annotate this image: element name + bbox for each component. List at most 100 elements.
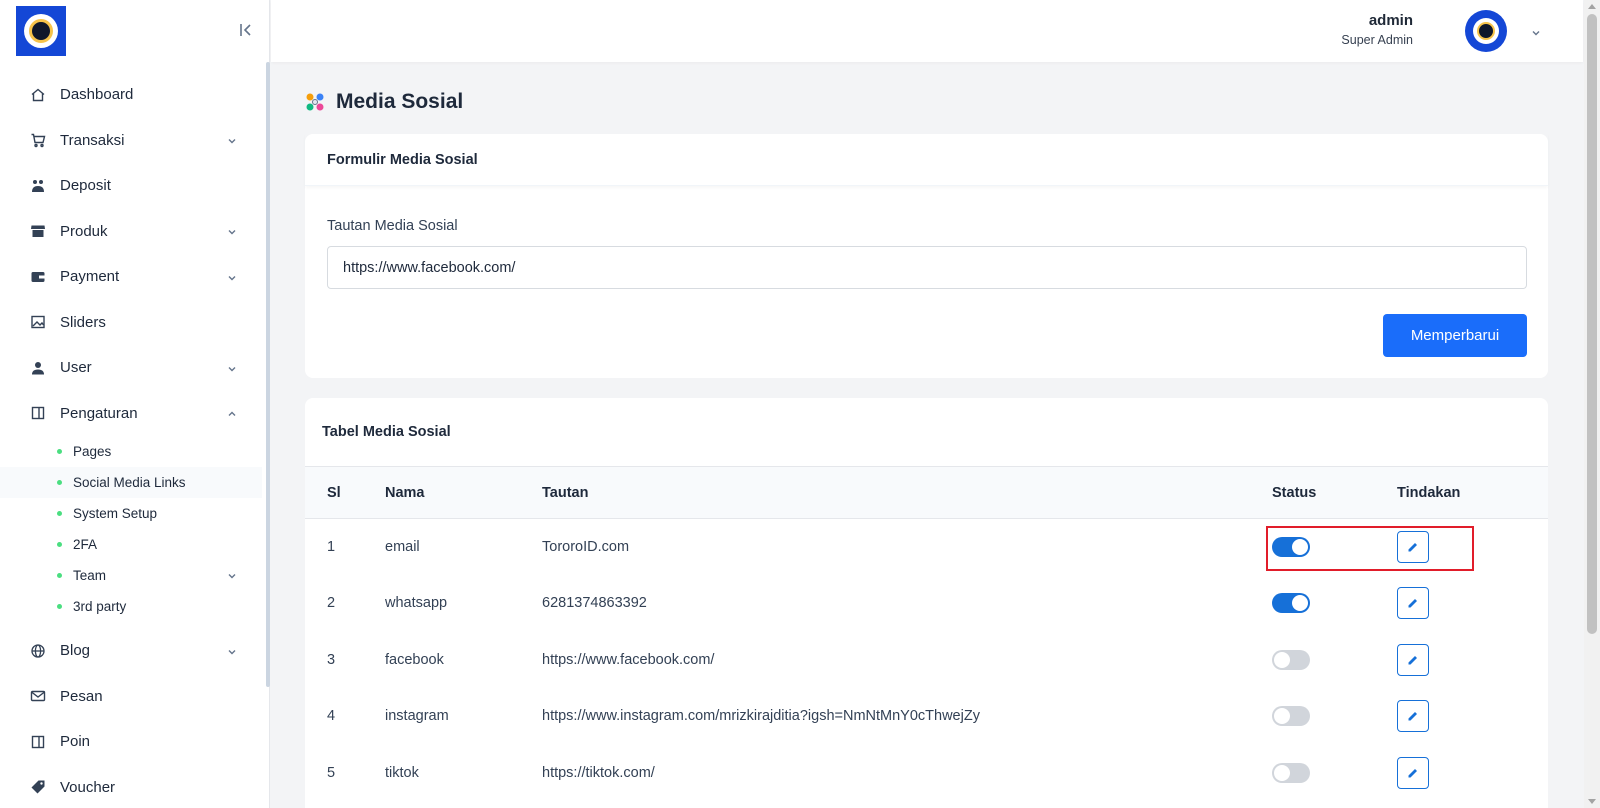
mail-icon <box>30 688 46 704</box>
sidebar-item-transaksi[interactable]: Transaksi <box>0 118 262 164</box>
sidebar-subitem-label: Social Media Links <box>73 475 186 490</box>
user-name[interactable]: admin <box>1369 12 1413 29</box>
sidebar-subitem-label: System Setup <box>73 506 158 521</box>
sidebar-subitem-team[interactable]: Team <box>0 560 262 591</box>
sidebar-item-voucher[interactable]: Voucher <box>0 765 262 808</box>
table-row: 5 tiktok https://tiktok.com/ <box>305 745 1548 802</box>
social-media-icon <box>304 91 326 113</box>
scroll-up-arrow-icon[interactable] <box>1588 4 1596 9</box>
sidebar-item-produk[interactable]: Produk <box>0 209 262 255</box>
form-card-title: Formulir Media Sosial <box>305 134 1548 186</box>
points-icon <box>30 734 46 750</box>
social-media-table: Sl Nama Tautan Status Tindakan 1 email T… <box>305 466 1548 801</box>
sidebar-subitem-3rd-party[interactable]: 3rd party <box>0 591 262 622</box>
edit-button[interactable] <box>1397 531 1429 563</box>
cell-tautan: https://tiktok.com/ <box>542 764 655 781</box>
sidebar-subitem-social-media-links[interactable]: Social Media Links <box>0 467 262 498</box>
edit-button[interactable] <box>1397 587 1429 620</box>
sidebar-item-poin[interactable]: Poin <box>0 719 262 765</box>
col-header-nama: Nama <box>385 484 425 501</box>
scroll-down-arrow-icon[interactable] <box>1588 799 1596 804</box>
chevron-up-icon <box>226 407 238 419</box>
scrollbar-thumb[interactable] <box>1587 14 1597 634</box>
cell-status <box>1272 632 1397 689</box>
user-role: Super Admin <box>1341 33 1413 47</box>
cell-tindakan <box>1397 688 1548 745</box>
cell-sl: 3 <box>327 651 336 668</box>
bullet-dot <box>57 573 62 578</box>
sidebar-subitem-pages[interactable]: Pages <box>0 436 262 467</box>
sidebar-item-sliders[interactable]: Sliders <box>0 300 262 346</box>
top-header: admin Super Admin <box>271 0 1583 62</box>
sidebar-item-pesan[interactable]: Pesan <box>0 674 262 720</box>
pengaturan-submenu: Pages Social Media Links System Setup 2F… <box>0 436 262 628</box>
cell-tindakan <box>1397 745 1548 802</box>
bullet-dot <box>57 542 62 547</box>
cell-sl: 2 <box>327 595 336 612</box>
sidebar-item-label: Sliders <box>60 313 106 331</box>
avatar-emblem <box>1473 18 1499 44</box>
edit-button[interactable] <box>1397 643 1429 676</box>
update-button[interactable]: Memperbarui <box>1383 314 1527 357</box>
sidebar-item-dashboard[interactable]: Dashboard <box>0 72 262 118</box>
chevron-down-icon <box>226 271 238 283</box>
avatar[interactable] <box>1465 10 1507 52</box>
cell-status <box>1272 688 1397 745</box>
wallet-icon <box>30 269 46 285</box>
sidebar-item-label: Payment <box>60 268 120 286</box>
sidebar-item-label: Pengaturan <box>60 404 138 422</box>
col-header-status: Status <box>1272 484 1317 501</box>
chevron-down-icon <box>226 570 238 582</box>
sidebar-item-deposit[interactable]: Deposit <box>0 163 262 209</box>
cell-tautan: 6281374863392 <box>542 595 647 612</box>
page-title-text: Media Sosial <box>336 90 464 113</box>
table-row: 3 facebook https://www.facebook.com/ <box>305 632 1548 689</box>
status-toggle[interactable] <box>1272 762 1310 783</box>
page-scrollbar[interactable] <box>1584 0 1600 808</box>
logo-emblem <box>24 14 58 48</box>
edit-button[interactable] <box>1397 756 1429 789</box>
sidebar-subitem-label: Pages <box>73 444 112 459</box>
sidebar-item-label: Poin <box>60 733 91 751</box>
sidebar-scrollbar[interactable] <box>266 62 270 687</box>
edit-button[interactable] <box>1397 700 1429 733</box>
app-logo[interactable] <box>16 6 66 56</box>
cell-status <box>1272 575 1397 632</box>
sidebar-nav: Dashboard Transaksi Deposit Produk Payme… <box>0 72 262 808</box>
cell-sl: 1 <box>327 539 336 555</box>
sidebar-subitem-system-setup[interactable]: System Setup <box>0 498 262 529</box>
sidebar-subitem-label: 3rd party <box>73 599 127 614</box>
sidebar-item-user[interactable]: User <box>0 345 262 391</box>
status-toggle[interactable] <box>1272 537 1310 557</box>
sidebar-item-label: Dashboard <box>60 86 134 104</box>
bullet-dot <box>57 449 62 454</box>
cell-tindakan <box>1397 575 1548 632</box>
sidebar-item-pengaturan[interactable]: Pengaturan <box>0 391 262 437</box>
chevron-down-icon <box>226 225 238 237</box>
table-header-row: Sl Nama Tautan Status Tindakan <box>305 466 1548 519</box>
cell-sl: 5 <box>327 764 336 781</box>
social-link-input[interactable] <box>327 246 1527 289</box>
sidebar-item-payment[interactable]: Payment <box>0 254 262 300</box>
cell-nama: facebook <box>385 651 444 668</box>
sidebar-item-label: Voucher <box>60 778 116 796</box>
pencil-icon <box>1408 543 1417 552</box>
cell-nama: tiktok <box>385 764 419 781</box>
status-toggle[interactable] <box>1272 593 1310 614</box>
sidebar-item-blog[interactable]: Blog <box>0 628 262 674</box>
cell-tautan: TororoID.com <box>542 539 630 555</box>
cell-tindakan <box>1397 632 1548 689</box>
sidebar-item-label: Transaksi <box>60 131 125 149</box>
tag-icon <box>30 779 46 795</box>
user-icon <box>30 360 46 376</box>
collapse-sidebar-icon[interactable] <box>236 20 256 40</box>
table-row: 1 email TororoID.com <box>305 519 1548 576</box>
user-menu-chevron-icon[interactable] <box>1530 26 1542 38</box>
status-toggle[interactable] <box>1272 706 1310 727</box>
sidebar-subitem-2fa[interactable]: 2FA <box>0 529 262 560</box>
social-link-label: Tautan Media Sosial <box>327 218 458 234</box>
sidebar-item-label: Pesan <box>60 687 103 705</box>
sidebar-item-label: Produk <box>60 222 108 240</box>
store-icon <box>30 223 46 239</box>
status-toggle[interactable] <box>1272 649 1310 670</box>
